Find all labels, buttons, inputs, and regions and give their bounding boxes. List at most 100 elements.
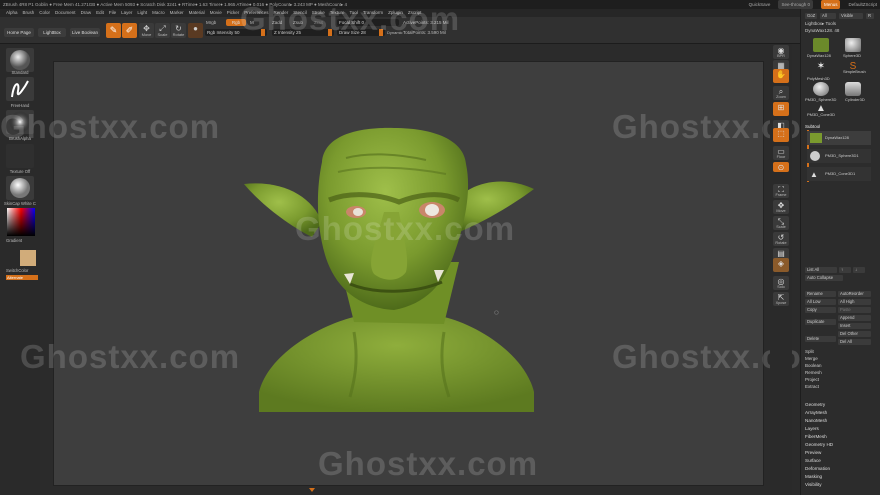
- polymesh-star-icon[interactable]: ✶: [813, 61, 829, 75]
- transp-button[interactable]: ◈: [773, 258, 789, 272]
- color-picker[interactable]: [7, 208, 35, 236]
- auto-collapse-button[interactable]: Auto Collapse: [805, 275, 843, 281]
- tool-pm3d-sphere-thumb[interactable]: [813, 82, 829, 96]
- menu-draw[interactable]: Draw: [81, 9, 92, 17]
- quicksave-button[interactable]: QuickSave: [749, 0, 771, 9]
- deformation-section[interactable]: Deformation: [805, 466, 830, 471]
- default-zscript-button[interactable]: DefaultZScript: [848, 0, 877, 9]
- mrgb-label[interactable]: Mrgb: [206, 20, 216, 25]
- append-button[interactable]: Append: [838, 315, 871, 321]
- frame-button[interactable]: ⛶ Frame: [773, 184, 789, 198]
- rename-button[interactable]: Rename: [805, 291, 836, 297]
- move-button[interactable]: ✥ Move: [139, 23, 154, 38]
- floor-button[interactable]: ▭ Floor: [773, 146, 789, 160]
- merge-section[interactable]: Merge: [805, 356, 818, 361]
- del-all-button[interactable]: Del All: [838, 339, 871, 345]
- secondary-color-swatch[interactable]: [20, 250, 36, 266]
- lightbox-tools-button[interactable]: Lightbox▸ Tools: [805, 21, 836, 27]
- bpr-button[interactable]: ◉ BPR: [773, 45, 789, 59]
- material-sphere-button[interactable]: ●: [188, 23, 203, 38]
- freehand-stroke-thumb[interactable]: [6, 77, 34, 101]
- alternate-button[interactable]: Alternate: [6, 275, 38, 280]
- geometry-section[interactable]: Geometry: [805, 402, 825, 407]
- menus-button[interactable]: Menus: [820, 0, 841, 9]
- xpose-button[interactable]: ⇱ Xpose: [773, 292, 789, 306]
- menu-document[interactable]: Document: [55, 9, 76, 17]
- all-high-button[interactable]: All High: [838, 299, 871, 305]
- live-boolean-button[interactable]: Live Boolean: [70, 28, 100, 37]
- menu-edit[interactable]: Edit: [96, 9, 104, 17]
- home-page-button[interactable]: Home Page: [4, 28, 34, 37]
- paste-button[interactable]: Paste: [838, 307, 871, 313]
- extract-section[interactable]: Extract: [805, 384, 819, 389]
- split-section[interactable]: Split: [805, 349, 814, 354]
- menu-picker[interactable]: Picker: [227, 9, 240, 17]
- copy-button[interactable]: Copy: [805, 307, 836, 313]
- del-other-button[interactable]: Del Other: [838, 331, 871, 337]
- persp-button[interactable]: ⬚: [773, 128, 789, 142]
- menu-brush[interactable]: Brush: [23, 9, 35, 17]
- subtool-item-sphere[interactable]: PM3D_Sphere3D1: [807, 149, 871, 163]
- persp-icon: ⬚: [777, 129, 785, 138]
- delete-button[interactable]: Delete: [805, 336, 836, 342]
- geometry-hd-section[interactable]: Geometry HD: [805, 442, 833, 447]
- rotate-button[interactable]: ↻ Rotate: [171, 23, 186, 38]
- material-thumb[interactable]: [6, 176, 34, 200]
- arraymesh-section[interactable]: ArrayMesh: [805, 410, 827, 415]
- bottom-shelf-arrow-icon[interactable]: [309, 488, 315, 492]
- tool-sphere3d-thumb[interactable]: [845, 38, 861, 52]
- lightbox-button[interactable]: LightBox: [38, 28, 66, 37]
- see-through-slider[interactable]: See-through 0: [778, 0, 813, 9]
- insert-button[interactable]: Insert: [838, 323, 871, 329]
- menu-light[interactable]: Light: [137, 9, 147, 17]
- preview-section[interactable]: Preview: [805, 450, 821, 455]
- subtool-item-cone[interactable]: ▲ PM3D_Cone3D1: [807, 167, 871, 181]
- subtool-down-arrow[interactable]: ↓: [853, 267, 865, 273]
- subtool-header[interactable]: Subtool: [805, 124, 820, 129]
- surface-section[interactable]: Surface: [805, 458, 821, 463]
- scale-view-button[interactable]: ⤡ Scale: [773, 216, 789, 230]
- menu-alpha[interactable]: Alpha: [6, 9, 18, 17]
- r-button[interactable]: R: [866, 13, 874, 19]
- zoom-button[interactable]: ⌕ Zoom: [773, 86, 789, 100]
- local-button[interactable]: ⊙: [773, 162, 789, 172]
- move-view-button[interactable]: ✥ Move: [773, 200, 789, 214]
- current-tool-slider[interactable]: DynaWax128. 48: [805, 28, 839, 33]
- duplicate-button[interactable]: Duplicate: [805, 319, 836, 325]
- menu-material[interactable]: Material: [189, 9, 205, 17]
- all-button[interactable]: All: [820, 13, 836, 19]
- rotate-view-button[interactable]: ↺ Rotate: [773, 232, 789, 246]
- standard-brush-thumb[interactable]: [6, 48, 34, 72]
- menu-marker[interactable]: Marker: [170, 9, 184, 17]
- remesh-section[interactable]: Remesh: [805, 370, 822, 375]
- actual-button[interactable]: ⊞: [773, 102, 789, 116]
- scroll-button[interactable]: ✋: [773, 69, 789, 83]
- fibermesh-section[interactable]: FiberMesh: [805, 434, 827, 439]
- layers-section[interactable]: Layers: [805, 426, 819, 431]
- masking-section[interactable]: Masking: [805, 474, 822, 479]
- goz-button[interactable]: GoZ: [805, 13, 817, 19]
- autoreorder-button[interactable]: AutoReorder: [838, 291, 871, 297]
- texture-thumb[interactable]: [6, 144, 34, 168]
- project-section[interactable]: Project: [805, 377, 819, 382]
- all-low-button[interactable]: All Low: [805, 299, 836, 305]
- solo-button[interactable]: ◎ Solo: [773, 276, 789, 290]
- scale-button[interactable]: ⤢ Scale: [155, 23, 170, 38]
- menu-macro[interactable]: Macro: [152, 9, 165, 17]
- menu-color[interactable]: Color: [39, 9, 50, 17]
- draw-button[interactable]: ✐: [122, 23, 137, 38]
- visible-button[interactable]: Visible: [839, 13, 863, 19]
- boolean-section[interactable]: Boolean: [805, 363, 822, 368]
- subtool-item-dynawax[interactable]: DynaWax128: [807, 131, 871, 145]
- menu-movie[interactable]: Movie: [210, 9, 222, 17]
- nanomesh-section[interactable]: NanoMesh: [805, 418, 827, 423]
- visibility-section[interactable]: Visibility: [805, 482, 822, 487]
- tool-dynawax-thumb[interactable]: [813, 38, 829, 52]
- tool-cylinder-thumb[interactable]: [845, 82, 861, 96]
- subtool-up-arrow[interactable]: ↑: [839, 267, 851, 273]
- menu-layer[interactable]: Layer: [121, 9, 132, 17]
- list-all-button[interactable]: List All: [805, 267, 837, 273]
- switch-color-label[interactable]: SwitchColor: [6, 268, 42, 273]
- menu-file[interactable]: File: [109, 9, 116, 17]
- edit-button[interactable]: ✎: [106, 23, 121, 38]
